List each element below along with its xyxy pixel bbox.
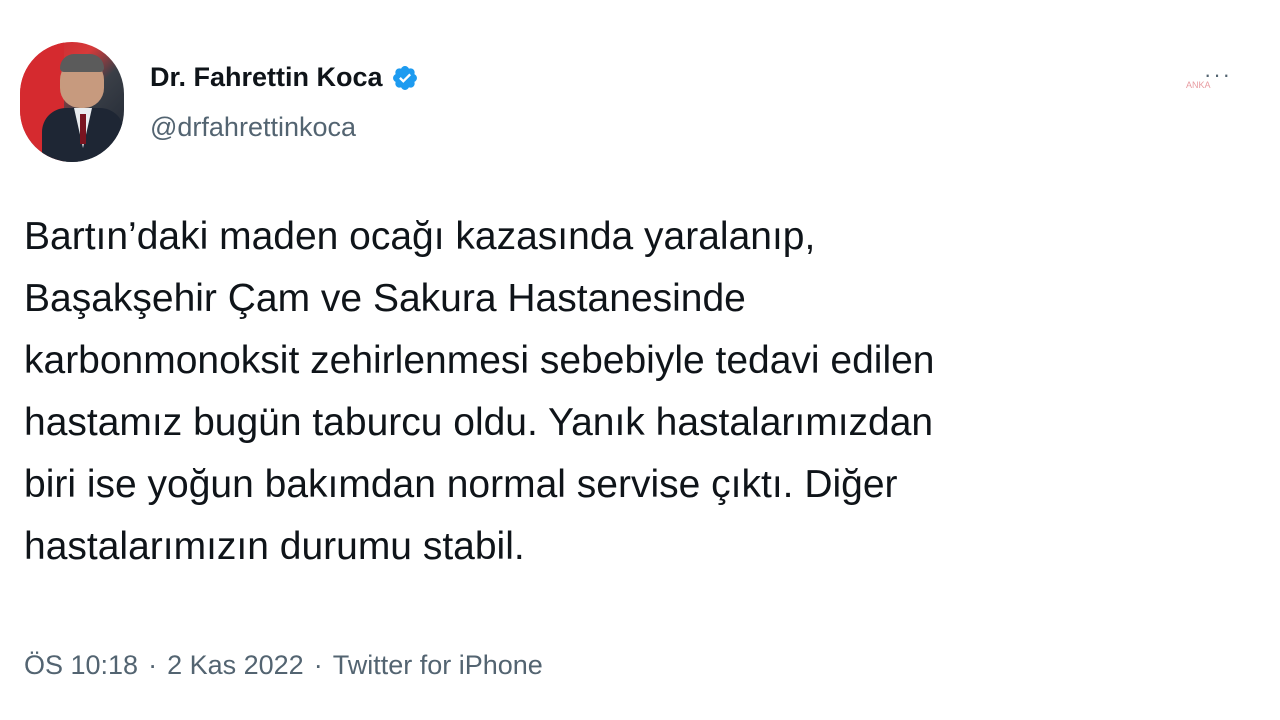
watermark-logo: ANKA [1186, 80, 1211, 90]
avatar[interactable] [20, 42, 124, 162]
tweet-card: Dr. Fahrettin Koca @drfahrettinkoca ··· … [0, 0, 1280, 720]
tweet-source-link[interactable]: Twitter for iPhone [333, 650, 543, 681]
meta-separator: · [313, 650, 323, 680]
author-name-row[interactable]: Dr. Fahrettin Koca [150, 62, 419, 93]
tweet-time-link[interactable]: ÖS 10:18 [24, 650, 138, 681]
avatar-hair [60, 54, 104, 72]
tweet-text: Bartın’daki maden ocağı kazasında yarala… [24, 206, 1234, 578]
tweet-metadata: ÖS 10:18 · 2 Kas 2022 · Twitter for iPho… [24, 650, 543, 681]
avatar-tie [80, 114, 86, 144]
verified-badge-icon [392, 65, 417, 90]
author-handle[interactable]: @drfahrettinkoca [150, 112, 356, 143]
meta-separator: · [148, 650, 158, 680]
tweet-text-line: karbonmonoksit zehirlenmesi sebebiyle te… [24, 339, 935, 382]
tweet-text-line: hastamız bugün taburcu oldu. Yanık hasta… [24, 401, 934, 444]
tweet-text-line: Bartın’daki maden ocağı kazasında yarala… [24, 215, 816, 258]
tweet-text-line: hastalarımızın durumu stabil. [24, 525, 525, 568]
author-display-name[interactable]: Dr. Fahrettin Koca [150, 62, 383, 93]
tweet-text-line: biri ise yoğun bakımdan normal servise ç… [24, 463, 898, 506]
tweet-text-line: Başakşehir Çam ve Sakura Hastanesinde [24, 277, 746, 320]
tweet-date-link[interactable]: 2 Kas 2022 [167, 650, 304, 681]
